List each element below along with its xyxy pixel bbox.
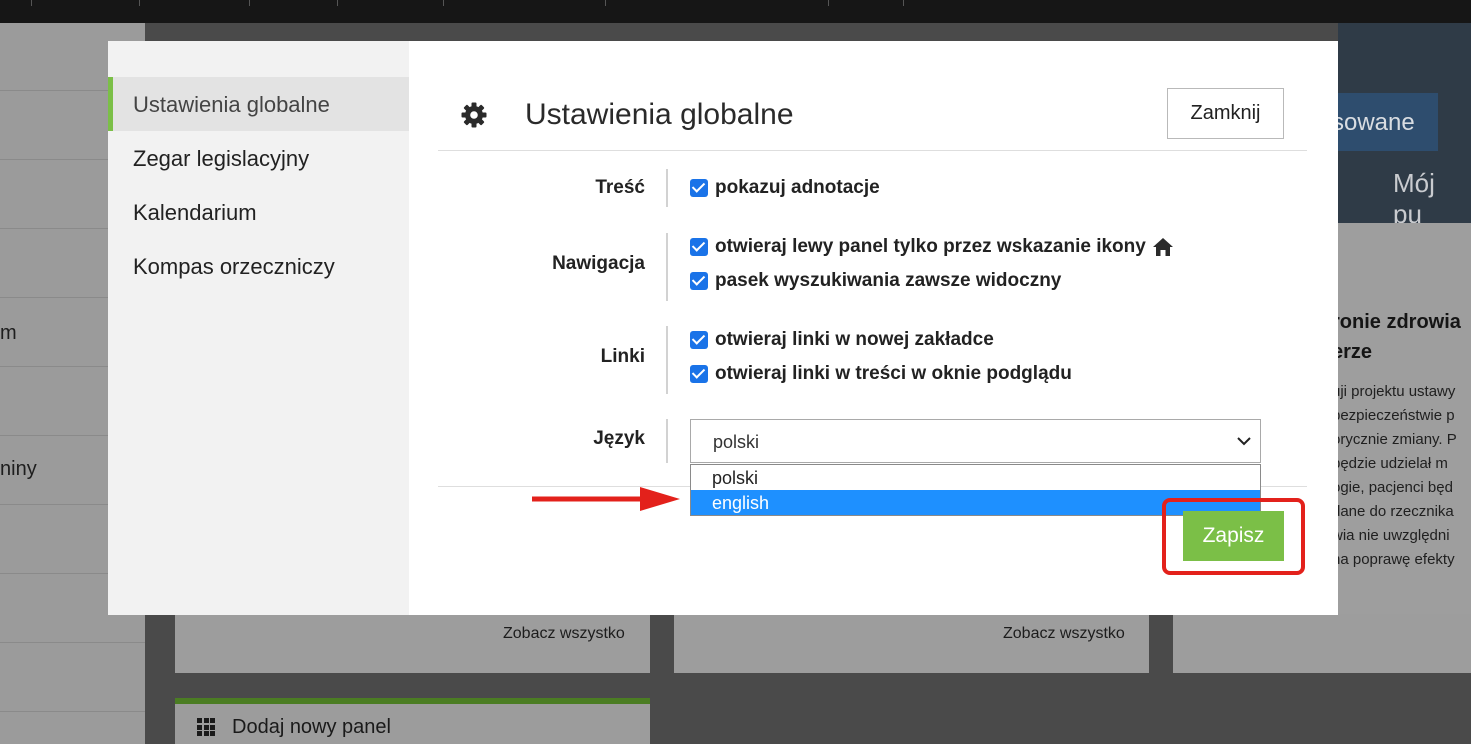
checkbox-checked[interactable] [690, 365, 708, 383]
checkbox-checked[interactable] [690, 238, 708, 256]
left-nav-label: niny [0, 458, 37, 480]
hero-button-label: sowane [1332, 109, 1415, 136]
sidebar-item-calendar[interactable]: Kalendarium [108, 185, 409, 239]
article-card: ronie zdrowia erze uji projektu ustawy b… [1338, 223, 1471, 673]
topbar-separator [605, 0, 606, 6]
see-all-link[interactable]: Zobacz wszystko [1003, 625, 1125, 643]
settings-content: Ustawienia globalne Zamknij Treść pokazu… [409, 41, 1338, 615]
sidebar-item-label: Ustawienia globalne [133, 92, 330, 117]
option-links-new-tab[interactable]: otwieraj linki w nowej zakładce [690, 329, 994, 350]
section-separator [666, 233, 668, 301]
option-left-panel-icon-only[interactable]: otwieraj lewy panel tylko przez wskazani… [690, 236, 1174, 257]
highlight-box-annotation [1162, 498, 1305, 575]
article-line: bezpieczeństwie p [1338, 407, 1455, 424]
topbar-separator [337, 0, 338, 6]
section-separator [666, 169, 668, 207]
article-line: uji projektu ustawy [1338, 383, 1456, 400]
section-separator [666, 419, 668, 463]
sidebar-item-label: Kompas orzeczniczy [133, 254, 335, 279]
article-line: ogie, pacjenci będ [1338, 479, 1453, 496]
language-select[interactable]: polski [690, 419, 1261, 463]
grid-icon [197, 718, 215, 736]
article-line: dane do rzecznika [1338, 503, 1454, 520]
sidebar-item-global-settings[interactable]: Ustawienia globalne [108, 77, 409, 131]
top-navigation-bar [0, 0, 1471, 23]
divider [438, 150, 1307, 151]
section-label-language: Język [593, 428, 645, 449]
topbar-separator [443, 0, 444, 6]
modal-title: Ustawienia globalne [525, 98, 794, 131]
topbar-separator [903, 0, 904, 6]
checkbox-checked[interactable] [690, 179, 708, 197]
panel-card: Zobacz wszystko [175, 614, 650, 673]
option-label: pasek wyszukiwania zawsze widoczny [715, 270, 1062, 291]
see-all-link[interactable]: Zobacz wszystko [503, 625, 625, 643]
add-panel-label: Dodaj nowy panel [232, 716, 391, 738]
option-label: otwieraj linki w nowej zakładce [715, 329, 994, 350]
section-label-navigation: Nawigacja [552, 253, 645, 274]
language-option-label: polski [712, 468, 759, 488]
section-separator [666, 326, 668, 394]
option-show-annotations[interactable]: pokazuj adnotacje [690, 177, 880, 198]
panel-card [1173, 614, 1471, 673]
section-label-content: Treść [595, 177, 645, 198]
sidebar-item-legislative-clock[interactable]: Zegar legislacyjny [108, 131, 409, 185]
checkbox-checked[interactable] [690, 272, 708, 290]
red-arrow-annotation [532, 487, 680, 511]
article-line: orycznie zmiany. P [1338, 431, 1457, 448]
language-option-label: english [712, 493, 770, 513]
article-line: wia nie uwzględni [1338, 527, 1450, 544]
option-links-preview-window[interactable]: otwieraj linki w treści w oknie podglądu [690, 363, 1072, 384]
option-label: pokazuj adnotacje [715, 177, 880, 198]
article-line: będzie udzielał m [1338, 455, 1448, 472]
sidebar-item-label: Zegar legislacyjny [133, 146, 310, 171]
left-nav-row[interactable] [0, 643, 145, 712]
topbar-separator [139, 0, 140, 6]
home-icon [1152, 238, 1173, 256]
hero-subtitle: Mój pu [1393, 168, 1435, 229]
article-title[interactable]: ronie zdrowia [1338, 311, 1461, 334]
language-option-polski[interactable]: polski [691, 465, 1260, 490]
article-title[interactable]: erze [1338, 341, 1372, 364]
settings-modal: Ustawienia globalne Zegar legislacyjny K… [108, 41, 1338, 615]
close-button[interactable]: Zamknij [1167, 88, 1284, 139]
settings-sidebar: Ustawienia globalne Zegar legislacyjny K… [108, 41, 409, 615]
article-line: na poprawę efekty [1338, 551, 1455, 568]
sidebar-item-label: Kalendarium [133, 200, 257, 225]
option-search-bar-always-visible[interactable]: pasek wyszukiwania zawsze widoczny [690, 270, 1062, 291]
add-panel-button[interactable]: Dodaj nowy panel [175, 698, 650, 744]
sidebar-item-case-law-compass[interactable]: Kompas orzeczniczy [108, 239, 409, 293]
section-label-links: Linki [600, 346, 645, 367]
checkbox-checked[interactable] [690, 331, 708, 349]
language-select-value: polski [713, 432, 760, 452]
topbar-separator [249, 0, 250, 6]
option-label: otwieraj lewy panel tylko przez wskazani… [715, 236, 1146, 257]
chevron-down-icon [1237, 437, 1251, 446]
left-nav-label: m [0, 322, 17, 344]
gear-icon [461, 102, 487, 128]
panel-card: Zobacz wszystko [674, 614, 1149, 673]
topbar-separator [31, 0, 32, 6]
topbar-separator [828, 0, 829, 6]
option-label: otwieraj linki w treści w oknie podglądu [715, 363, 1072, 384]
